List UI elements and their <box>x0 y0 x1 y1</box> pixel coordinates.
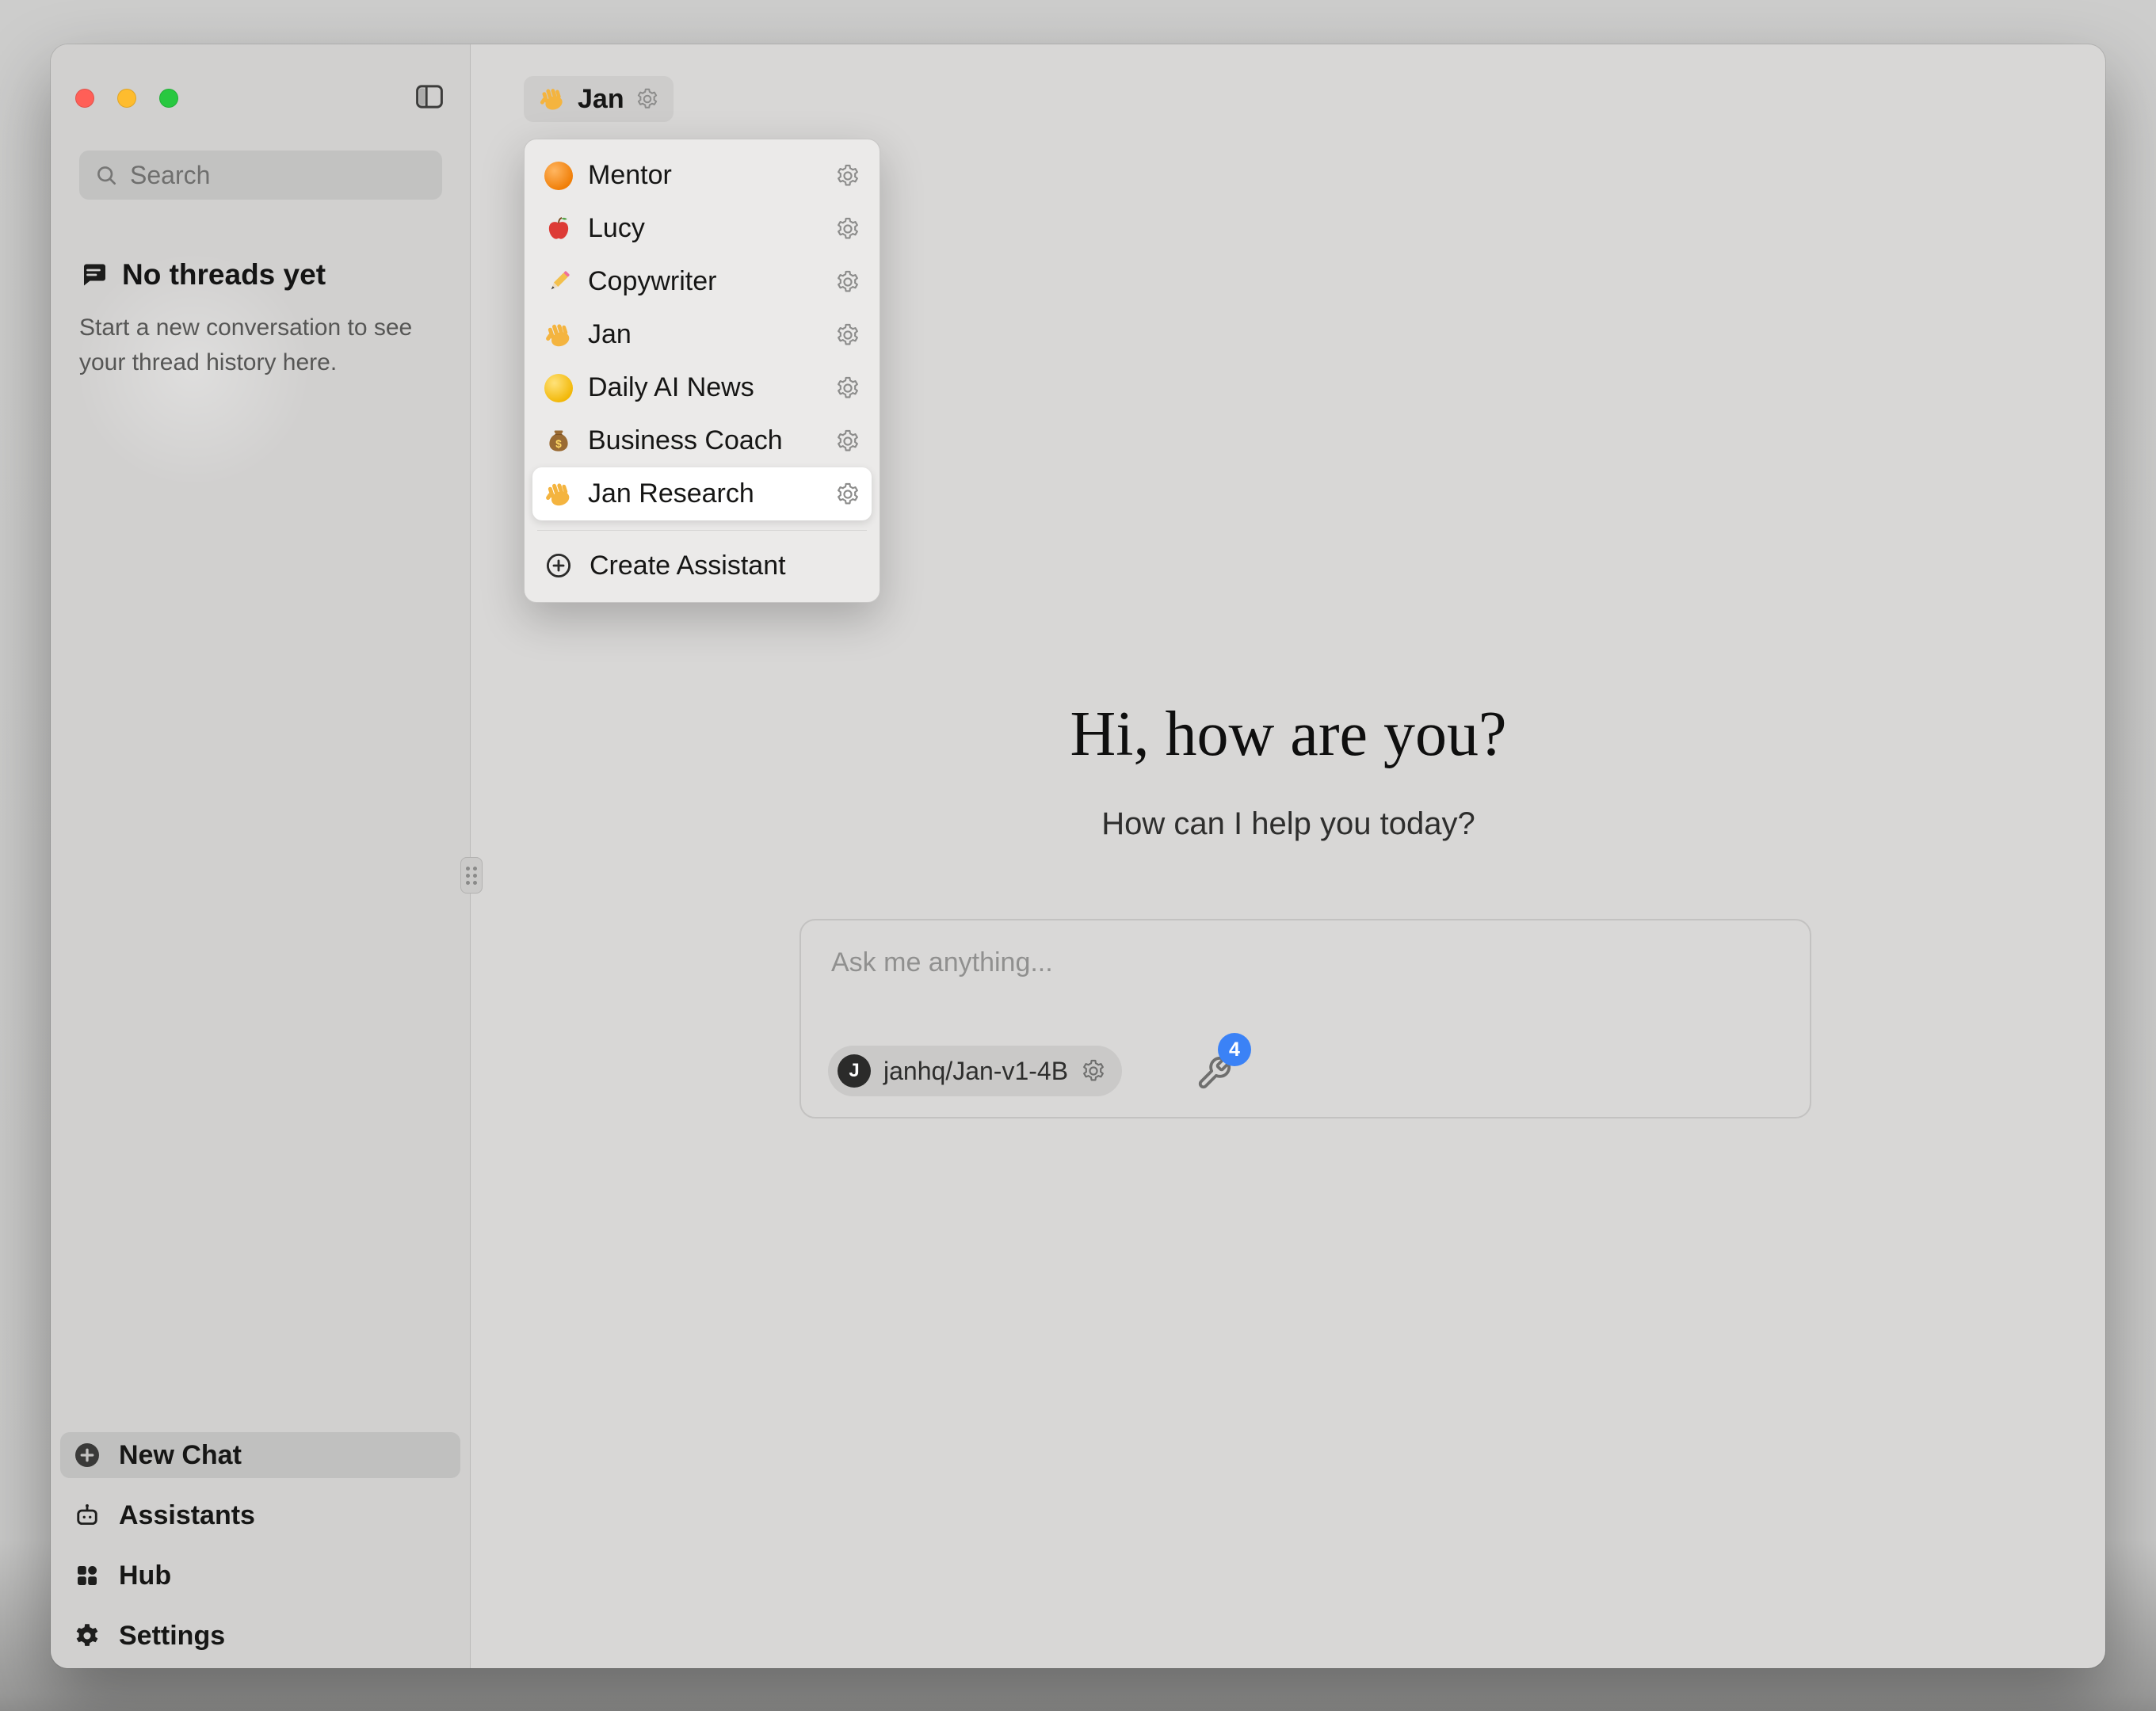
current-assistant-name: Jan <box>578 84 624 115</box>
create-assistant-button[interactable]: Create Assistant <box>532 540 872 591</box>
assistant-menu-item-copywriter[interactable]: Copywriter <box>532 255 872 308</box>
sidebar-item-hub[interactable]: Hub <box>60 1553 460 1599</box>
search-icon <box>93 162 119 188</box>
gear-icon[interactable] <box>835 322 860 348</box>
assistant-settings-gear-icon[interactable] <box>635 87 659 111</box>
gear-icon[interactable] <box>835 375 860 401</box>
assistant-menu-item-lucy[interactable]: Lucy <box>532 202 872 255</box>
sidebar-item-assistants[interactable]: Assistants <box>60 1492 460 1538</box>
tools-count-badge: 4 <box>1218 1033 1251 1066</box>
sidebar-toggle-button[interactable] <box>409 76 450 117</box>
empty-state-description: Start a new conversation to see your thr… <box>79 311 420 379</box>
search-input[interactable] <box>130 161 463 190</box>
assistants-robot-icon <box>73 1501 101 1530</box>
gear-icon[interactable] <box>835 482 860 507</box>
settings-gear-icon <box>73 1621 101 1650</box>
model-avatar: J <box>838 1054 871 1088</box>
window-controls <box>75 89 178 108</box>
assistants-label: Assistants <box>119 1500 255 1531</box>
assistant-menu-item-mentor[interactable]: Mentor <box>532 149 872 202</box>
gear-icon[interactable] <box>835 429 860 454</box>
main-area: Jan Mentor Lucy Copywriter Jan <box>471 44 2105 1668</box>
money-bag-icon <box>544 426 574 456</box>
tools-button[interactable]: 4 <box>1196 1050 1237 1092</box>
sidebar-toggle-icon <box>413 80 446 113</box>
menu-divider <box>537 530 867 531</box>
hub-grid-icon <box>73 1561 101 1590</box>
minimize-window-button[interactable] <box>117 89 136 108</box>
desktop: { "window": { "controls": { "close": "cl… <box>0 0 2156 1711</box>
sidebar: No threads yet Start a new conversation … <box>51 44 471 1668</box>
chat-input[interactable] <box>831 947 1780 1003</box>
chat-bubble-icon <box>79 261 108 289</box>
orange-circle-icon <box>544 161 574 191</box>
grip-dots-icon <box>466 867 477 885</box>
model-settings-gear-icon[interactable] <box>1081 1058 1106 1084</box>
assistant-item-label: Copywriter <box>588 266 821 297</box>
gear-icon[interactable] <box>835 163 860 189</box>
yellow-circle-icon <box>544 373 574 403</box>
search-box[interactable] <box>79 151 442 200</box>
assistant-menu: Mentor Lucy Copywriter Jan Daily AI News <box>524 139 880 603</box>
assistant-selector-button[interactable]: Jan <box>524 76 674 122</box>
model-selector-button[interactable]: J janhq/Jan-v1-4B <box>828 1046 1122 1096</box>
assistant-item-label: Daily AI News <box>588 372 821 403</box>
greeting-title: Hi, how are you? <box>471 699 2105 771</box>
assistant-item-label: Mentor <box>588 160 821 191</box>
assistant-menu-item-jan[interactable]: Jan <box>532 308 872 361</box>
waving-hand-icon <box>538 85 567 113</box>
new-chat-label: New Chat <box>119 1440 242 1471</box>
empty-state-title: No threads yet <box>122 258 326 292</box>
model-name: janhq/Jan-v1-4B <box>883 1057 1068 1086</box>
waving-hand-icon <box>544 320 574 350</box>
close-window-button[interactable] <box>75 89 94 108</box>
assistant-item-label: Business Coach <box>588 425 821 456</box>
assistant-menu-item-daily-ai-news[interactable]: Daily AI News <box>532 361 872 414</box>
hub-label: Hub <box>119 1560 171 1591</box>
gear-icon[interactable] <box>835 269 860 295</box>
create-assistant-label: Create Assistant <box>590 551 786 581</box>
sidebar-nav: New Chat Assistants Hub Settings <box>60 1432 460 1659</box>
chat-composer: J janhq/Jan-v1-4B 4 <box>799 919 1811 1118</box>
sidebar-item-new-chat[interactable]: New Chat <box>60 1432 460 1478</box>
pencil-icon <box>544 267 574 297</box>
assistant-item-label: Lucy <box>588 213 821 244</box>
waving-hand-icon <box>544 479 574 509</box>
zoom-window-button[interactable] <box>159 89 178 108</box>
sidebar-resize-handle[interactable] <box>460 857 483 894</box>
settings-label: Settings <box>119 1621 225 1652</box>
sidebar-item-settings[interactable]: Settings <box>60 1613 460 1659</box>
assistant-menu-item-business-coach[interactable]: Business Coach <box>532 414 872 467</box>
assistant-item-label: Jan <box>588 319 821 350</box>
gear-icon[interactable] <box>835 216 860 242</box>
apple-icon <box>544 214 574 244</box>
assistant-item-label: Jan Research <box>588 478 821 509</box>
new-chat-plus-icon <box>73 1441 101 1469</box>
plus-circle-icon <box>544 551 574 581</box>
app-window: No threads yet Start a new conversation … <box>51 44 2105 1668</box>
greeting-subtitle: How can I help you today? <box>471 806 2105 842</box>
empty-state: No threads yet Start a new conversation … <box>79 258 420 379</box>
assistant-menu-item-jan-research[interactable]: Jan Research <box>532 467 872 520</box>
